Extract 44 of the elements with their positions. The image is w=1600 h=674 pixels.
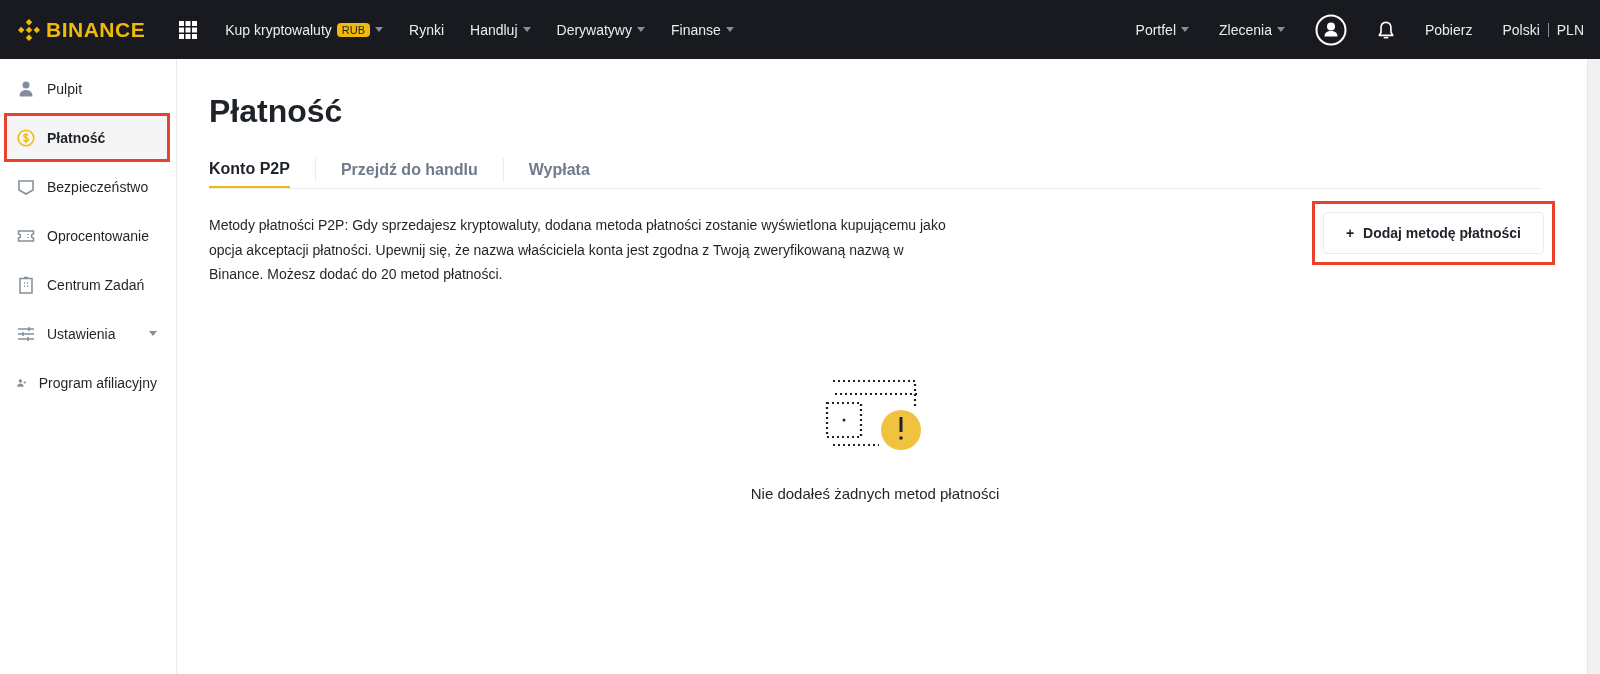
sidebar-item[interactable]: Bezpieczeństwo [4, 162, 170, 211]
sidebar-item[interactable]: Centrum Zadań [4, 260, 170, 309]
download-link[interactable]: Pobierz [1424, 21, 1473, 38]
sidebar-item[interactable]: Oprocentowanie [4, 211, 170, 260]
shield-icon [17, 177, 35, 196]
caret-icon [637, 27, 645, 32]
caret-icon [375, 27, 383, 32]
dollar-coin-icon [17, 128, 35, 147]
nav-menu-item[interactable]: Kup kryptowaluty RUB [225, 21, 383, 38]
brand-logo[interactable]: BINANCE [18, 17, 146, 42]
language-link[interactable]: Polski [1502, 21, 1540, 38]
tab[interactable]: Konto P2P [209, 152, 290, 188]
sidebar-item[interactable]: Ustawienia [4, 309, 170, 358]
bell-icon[interactable] [1376, 19, 1395, 40]
nav-menu-item[interactable]: Rynki [409, 21, 445, 38]
add-payment-method-button[interactable]: + Dodaj metodę płatności [1322, 212, 1544, 254]
caret-icon [522, 27, 531, 32]
caret-icon [725, 27, 734, 32]
empty-state-text: Nie dodałeś żadnych metod płatności [750, 484, 1000, 502]
currency-link[interactable]: PLN [1556, 21, 1584, 38]
account-icon[interactable] [1314, 13, 1347, 46]
nav-menu-item[interactable]: Portfel [1135, 21, 1189, 38]
currency-badge: RUB [336, 22, 370, 37]
nav-menu-item[interactable]: Zlecenia [1219, 21, 1285, 38]
sliders-icon [17, 324, 35, 343]
description-text: Metody płatności P2P: Gdy sprzedajesz kryptowaluty, dodana metoda płatności zostanie wyświetlona kupującemu jako opcja akceptacji płatności. Upewnij się, że nazwa właściciela konta jest zgodna z Twoją zweryfikowaną nazwą w Binance. Możesz dodać do 20 metod płatności. [209, 216, 947, 284]
nav-menu-item[interactable]: Finanse [671, 21, 734, 38]
scrollbar[interactable] [1587, 59, 1600, 674]
app-grid-icon[interactable] [179, 20, 198, 39]
sidebar-item[interactable]: Pulpit [4, 64, 170, 113]
sidebar-item[interactable]: Program afiliacyjny [4, 358, 170, 407]
page-title: Płatność [209, 93, 344, 130]
diamond-logo-icon [18, 18, 40, 41]
person-icon [17, 79, 35, 98]
nav-menu-item[interactable]: Handluj [470, 21, 531, 38]
caret-icon [1276, 27, 1285, 32]
clipboard-icon [17, 275, 35, 294]
tab[interactable]: Wypłata [528, 152, 590, 188]
tab[interactable]: Przejdź do handlu [340, 152, 478, 188]
sidebar-item[interactable]: Płatność [4, 113, 170, 162]
nav-menu-item[interactable]: Derywatywy [556, 21, 645, 38]
caret-icon [1181, 27, 1189, 32]
brand-name: BINANCE [46, 17, 146, 42]
caret-icon [149, 331, 157, 336]
